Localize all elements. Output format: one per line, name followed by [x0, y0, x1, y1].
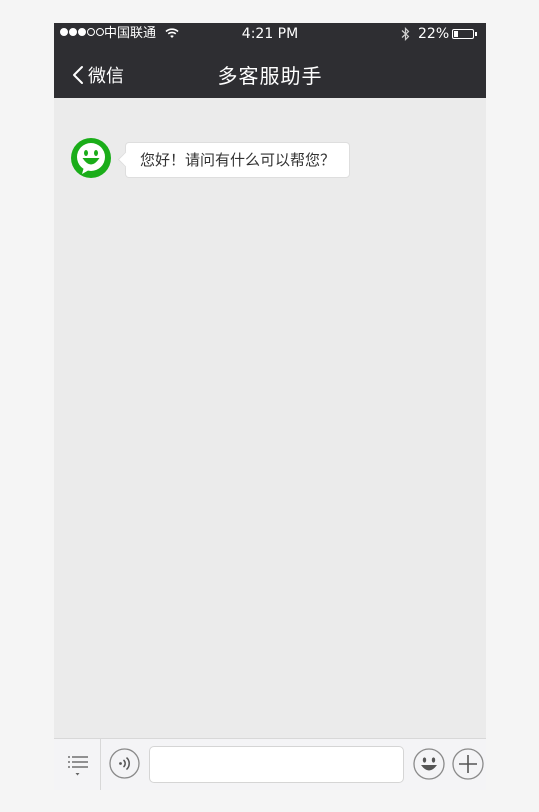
battery-fill — [454, 31, 458, 37]
menu-button[interactable] — [54, 739, 101, 790]
emoji-button[interactable] — [413, 748, 445, 780]
input-bar — [54, 738, 486, 790]
battery-icon — [452, 29, 477, 39]
message-bubble: 您好！请问有什么可以帮您？ — [125, 142, 351, 178]
phone-screen: 中国联通 4:21 PM 22% 微信 多客服助手 您好！请问有什么可以帮您？ — [54, 23, 486, 790]
status-bar: 中国联通 4:21 PM 22% — [54, 23, 486, 45]
plus-icon — [452, 748, 484, 784]
add-button[interactable] — [452, 748, 484, 780]
list-menu-icon — [54, 756, 101, 790]
bluetooth-icon — [401, 27, 410, 45]
battery-percent: 22% — [418, 26, 450, 42]
voice-button[interactable] — [109, 748, 140, 779]
top-bar: 中国联通 4:21 PM 22% 微信 多客服助手 — [54, 23, 486, 98]
emoji-icon — [413, 748, 445, 784]
message-input[interactable] — [149, 746, 404, 783]
page-title: 多客服助手 — [217, 64, 323, 88]
smiley-avatar-icon[interactable] — [70, 137, 112, 179]
voice-icon — [109, 748, 140, 783]
